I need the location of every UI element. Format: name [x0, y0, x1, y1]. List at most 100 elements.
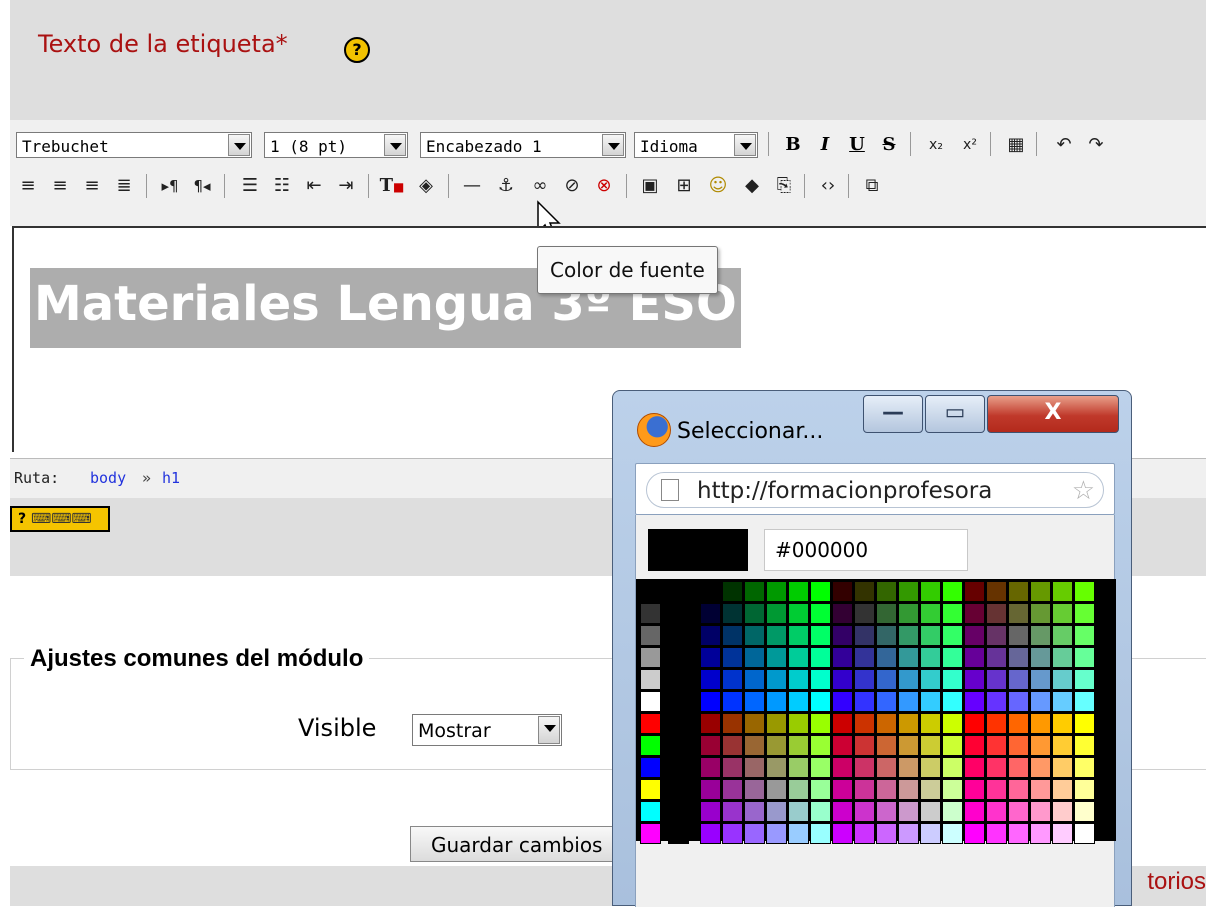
color-swatch[interactable] [854, 603, 875, 624]
color-swatch[interactable] [986, 735, 1007, 756]
color-swatch[interactable] [722, 801, 743, 822]
color-swatch[interactable] [986, 603, 1007, 624]
color-swatch[interactable] [942, 757, 963, 778]
color-swatch[interactable] [1074, 669, 1095, 690]
smiley-icon[interactable]: ☺ [704, 172, 732, 200]
color-swatch[interactable] [832, 713, 853, 734]
color-swatch[interactable] [876, 647, 897, 668]
color-swatch[interactable] [898, 713, 919, 734]
color-swatch[interactable] [810, 713, 831, 734]
color-swatch[interactable] [920, 823, 941, 844]
color-swatch[interactable] [788, 603, 809, 624]
nolink-icon[interactable]: ⊗ [590, 172, 618, 200]
color-swatch[interactable] [1030, 581, 1051, 602]
color-swatch[interactable] [942, 801, 963, 822]
color-swatch[interactable] [898, 801, 919, 822]
color-swatch[interactable] [964, 669, 985, 690]
color-swatch[interactable] [700, 647, 721, 668]
color-swatch[interactable] [766, 823, 787, 844]
color-swatch[interactable] [1030, 647, 1051, 668]
color-swatch[interactable] [986, 713, 1007, 734]
color-swatch[interactable] [744, 647, 765, 668]
color-swatch[interactable] [832, 823, 853, 844]
color-swatch[interactable] [832, 735, 853, 756]
color-swatch[interactable] [942, 713, 963, 734]
chevron-down-icon[interactable] [228, 134, 250, 156]
color-swatch[interactable] [668, 581, 689, 602]
color-swatch[interactable] [898, 779, 919, 800]
unordered-list-icon[interactable]: ☷ [268, 172, 296, 200]
color-swatch[interactable] [986, 779, 1007, 800]
color-swatch[interactable] [722, 669, 743, 690]
color-swatch[interactable] [744, 823, 765, 844]
color-swatch[interactable] [1052, 735, 1073, 756]
color-swatch[interactable] [1052, 647, 1073, 668]
help-icon[interactable]: ? [344, 37, 370, 63]
color-swatch[interactable] [744, 691, 765, 712]
color-swatch[interactable] [744, 669, 765, 690]
color-swatch[interactable] [942, 669, 963, 690]
color-swatch[interactable] [668, 625, 689, 646]
color-swatch[interactable] [942, 779, 963, 800]
paste-word-icon[interactable]: ▦ [1002, 131, 1030, 159]
color-swatch[interactable] [640, 581, 661, 602]
color-swatch[interactable] [640, 647, 661, 668]
subscript-icon[interactable]: x₂ [922, 131, 950, 159]
color-swatch[interactable] [1074, 647, 1095, 668]
color-swatch[interactable] [668, 669, 689, 690]
color-swatch[interactable] [788, 691, 809, 712]
color-swatch[interactable] [832, 691, 853, 712]
color-swatch[interactable] [942, 735, 963, 756]
color-swatch[interactable] [722, 713, 743, 734]
color-swatch[interactable] [1052, 779, 1073, 800]
color-swatch[interactable] [668, 735, 689, 756]
color-swatch[interactable] [898, 823, 919, 844]
color-swatch[interactable] [640, 603, 661, 624]
color-swatch[interactable] [640, 625, 661, 646]
color-swatch[interactable] [876, 735, 897, 756]
color-swatch[interactable] [788, 801, 809, 822]
url-text[interactable]: http://formacionprofesora [697, 478, 1057, 504]
color-swatch[interactable] [810, 625, 831, 646]
image-icon[interactable]: ▣ [636, 172, 664, 200]
heading-select[interactable]: Encabezado 1 [420, 132, 626, 158]
color-swatch[interactable] [920, 801, 941, 822]
color-swatch[interactable] [920, 757, 941, 778]
color-swatch[interactable] [640, 713, 661, 734]
close-button[interactable]: X [987, 395, 1119, 433]
align-left-icon[interactable]: ≡ [14, 172, 42, 200]
color-swatch[interactable] [964, 735, 985, 756]
color-swatch[interactable] [810, 581, 831, 602]
color-swatch[interactable] [744, 757, 765, 778]
color-swatch[interactable] [964, 823, 985, 844]
html-source-icon[interactable]: ‹› [814, 172, 842, 200]
color-swatch[interactable] [766, 779, 787, 800]
color-swatch[interactable] [640, 801, 661, 822]
color-swatch[interactable] [766, 801, 787, 822]
color-swatch[interactable] [700, 801, 721, 822]
color-swatch[interactable] [942, 603, 963, 624]
color-swatch[interactable] [668, 801, 689, 822]
color-swatch[interactable] [722, 647, 743, 668]
color-swatch[interactable] [986, 823, 1007, 844]
color-swatch[interactable] [1008, 625, 1029, 646]
color-swatch[interactable] [640, 823, 661, 844]
color-swatch[interactable] [1008, 735, 1029, 756]
font-family-select[interactable]: Trebuchet [16, 132, 252, 158]
color-swatch[interactable] [788, 823, 809, 844]
color-swatch[interactable] [700, 757, 721, 778]
color-swatch[interactable] [964, 691, 985, 712]
outdent-icon[interactable]: ⇤ [300, 172, 328, 200]
color-swatch[interactable] [854, 647, 875, 668]
color-swatch[interactable] [1052, 603, 1073, 624]
color-swatch[interactable] [854, 669, 875, 690]
color-swatch[interactable] [920, 779, 941, 800]
color-swatch[interactable] [1074, 757, 1095, 778]
color-swatch[interactable] [810, 757, 831, 778]
color-swatch[interactable] [920, 603, 941, 624]
color-swatch[interactable] [1074, 581, 1095, 602]
italic-button[interactable]: I [812, 132, 838, 158]
align-right-icon[interactable]: ≡ [78, 172, 106, 200]
color-swatch[interactable] [744, 713, 765, 734]
color-swatch[interactable] [832, 779, 853, 800]
